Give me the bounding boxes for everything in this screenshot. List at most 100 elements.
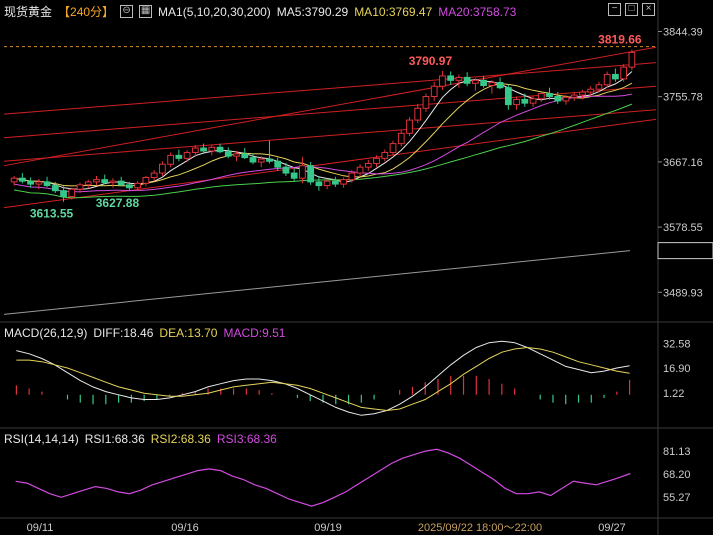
- candle-body: [241, 153, 249, 159]
- candle-body: [521, 98, 529, 104]
- candle-body: [51, 185, 59, 192]
- candle-body: [191, 147, 199, 153]
- candle-body: [562, 96, 570, 102]
- macd-panel: [15, 340, 631, 416]
- candle-body: [216, 146, 224, 153]
- rsi-header: RSI(14,14,14) RSI1:68.36 RSI2:68.36 RSI3…: [4, 432, 277, 446]
- candle-body: [150, 172, 158, 178]
- candle-body: [68, 188, 76, 198]
- price-tick-label: 3667.16: [663, 157, 703, 169]
- candle-body: [406, 119, 413, 134]
- x-axis-label: 2025/09/22 18:00～22:00: [418, 522, 542, 534]
- settings-icon[interactable]: ▦: [139, 5, 153, 18]
- x-axis-label: 09/16: [171, 522, 199, 534]
- candle-body: [249, 157, 257, 163]
- rsi2-value: RSI2:68.36: [150, 432, 211, 446]
- candle-body: [430, 85, 438, 98]
- candle-body: [414, 107, 422, 121]
- ma10-value: MA10:3769.47: [354, 4, 433, 19]
- price-tick-label: 3578.55: [663, 222, 703, 234]
- price-annotation: 3627.88: [96, 196, 140, 210]
- candle-body: [224, 151, 232, 157]
- candle-body: [35, 181, 43, 185]
- moving-average-lines: [3, 71, 633, 315]
- current-price-box: [657, 242, 713, 260]
- candle-body: [488, 82, 496, 86]
- candle-body: [323, 180, 331, 187]
- candle-body: [422, 96, 430, 109]
- rsi1-value: RSI1:68.36: [84, 432, 145, 446]
- price-tick-label: 3489.93: [663, 287, 703, 299]
- symbol-name: 现货黄金: [4, 5, 53, 19]
- period-selector[interactable]: 【240分】: [58, 3, 114, 20]
- candle-body: [504, 87, 512, 106]
- candle-body: [307, 165, 315, 183]
- candle-body: [299, 165, 306, 179]
- candle-body: [60, 190, 67, 198]
- ma5-value: MA5:3790.29: [276, 4, 349, 19]
- candle-body: [595, 84, 603, 90]
- candle-body: [290, 172, 298, 179]
- candle-body: [612, 73, 619, 80]
- ma20-line: [14, 93, 632, 193]
- rsi-tick-label: 68.20: [663, 469, 691, 481]
- candle-body: [570, 94, 578, 98]
- candle-body: [76, 184, 84, 190]
- ma20-value: MA20:3758.73: [438, 4, 517, 19]
- candle-body: [513, 98, 520, 106]
- candle-body: [142, 176, 150, 184]
- candle-body: [447, 75, 455, 81]
- candle-body: [109, 180, 117, 184]
- macd-name: MACD(26,12,9): [4, 326, 88, 340]
- macd-value: MACD:9.51: [223, 326, 286, 340]
- close-icon[interactable]: ×: [642, 3, 655, 16]
- minimize-icon[interactable]: −: [608, 3, 621, 16]
- candle-body: [10, 177, 18, 183]
- candle-body: [389, 143, 397, 153]
- x-axis-label: 09/19: [314, 522, 342, 534]
- candle-body: [587, 88, 595, 93]
- candle-body: [397, 132, 405, 145]
- candle-body: [43, 181, 51, 187]
- macd-diff-line: [16, 340, 630, 416]
- axis-labels: 3844.393755.783667.163578.553546.563489.…: [27, 26, 713, 534]
- candle-body: [348, 172, 356, 181]
- candlestick-series: [10, 49, 636, 202]
- price-header: 现货黄金 【240分】 ⊖ ▦ MA1(5,10,20,30,200) MA5:…: [4, 3, 516, 20]
- candle-body: [628, 51, 636, 68]
- macd-tick-label: 1.22: [663, 388, 684, 400]
- candle-body: [340, 179, 347, 185]
- candle-body: [356, 166, 364, 174]
- price-tick-label: 3844.39: [663, 26, 703, 38]
- candle-body: [579, 91, 586, 96]
- candle-body: [233, 153, 240, 157]
- candle-body: [373, 157, 380, 164]
- toggle-icon[interactable]: ⊖: [120, 5, 134, 18]
- candle-body: [18, 177, 26, 182]
- candle-body: [315, 181, 323, 187]
- candle-body: [496, 82, 504, 89]
- rsi-name: RSI(14,14,14): [4, 432, 79, 446]
- candle-body: [84, 181, 92, 186]
- price-annotation: 3613.55: [30, 206, 74, 220]
- price-tick-label: 3755.78: [663, 92, 703, 104]
- maximize-icon[interactable]: □: [625, 3, 638, 16]
- rsi-tick-label: 81.13: [663, 446, 691, 458]
- channel-line: [3, 109, 657, 162]
- candle-body: [537, 93, 545, 100]
- candle-body: [158, 163, 166, 174]
- candle-body: [257, 158, 265, 163]
- price-annotation: 3819.66: [598, 33, 642, 47]
- candle-body: [183, 151, 191, 159]
- candle-body: [134, 182, 142, 189]
- macd-tick-label: 16.90: [663, 363, 691, 375]
- macd-tick-label: 32.58: [663, 338, 691, 350]
- candle-body: [620, 66, 628, 80]
- candle-body: [463, 76, 471, 84]
- candle-body: [554, 96, 562, 102]
- candle-body: [603, 73, 611, 86]
- candle-body: [480, 79, 488, 86]
- candle-body: [282, 166, 290, 174]
- rsi-line: [15, 448, 631, 507]
- candle-body: [529, 98, 537, 104]
